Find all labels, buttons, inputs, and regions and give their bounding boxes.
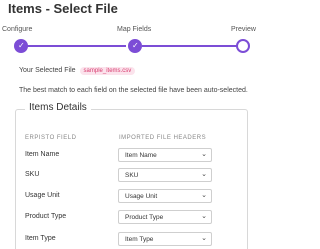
wizard-progress-line [142, 45, 237, 47]
field-label: Item Type [25, 235, 56, 242]
chevron-down-icon: ⌄ [201, 235, 207, 242]
field-row-item-name: Item Name Item Name ⌄ [0, 148, 300, 164]
item-name-select[interactable]: Item Name ⌄ [118, 148, 212, 162]
field-label: Item Name [25, 151, 60, 158]
chevron-down-icon: ⌄ [201, 213, 207, 220]
selected-file-label: Your Selected File [19, 67, 76, 74]
page-title: Items - Select File [8, 1, 118, 16]
chevron-down-icon: ⌄ [201, 192, 207, 199]
usage-unit-select[interactable]: Usage Unit ⌄ [118, 189, 212, 203]
chevron-down-icon: ⌄ [201, 151, 207, 158]
field-row-product-type: Product Type Product Type ⌄ [0, 210, 300, 226]
select-value: Item Name [125, 152, 157, 159]
field-row-sku: SKU SKU ⌄ [0, 168, 300, 184]
items-details-title: Items Details [25, 102, 91, 113]
field-label: Product Type [25, 213, 67, 220]
step-configure-complete[interactable]: ✓ [14, 39, 28, 53]
step-map-fields-complete[interactable]: ✓ [128, 39, 142, 53]
select-value: Product Type [125, 214, 164, 221]
column-header-imported-headers: IMPORTED FILE HEADERS [119, 135, 207, 141]
field-label: Usage Unit [25, 192, 60, 199]
step-label-configure[interactable]: Configure [2, 26, 32, 33]
product-type-select[interactable]: Product Type ⌄ [118, 210, 212, 224]
item-type-select[interactable]: Item Type ⌄ [118, 232, 212, 246]
select-value: SKU [125, 172, 139, 179]
field-row-item-type: Item Type Item Type ⌄ [0, 232, 300, 248]
field-label: SKU [25, 171, 40, 178]
step-label-preview[interactable]: Preview [231, 26, 256, 33]
wizard-progress-line [26, 45, 126, 47]
checkmark-icon: ✓ [18, 41, 25, 50]
select-file-page: Items - Select File Configure Map Fields… [0, 0, 300, 249]
field-row-usage-unit: Usage Unit Usage Unit ⌄ [0, 189, 300, 205]
step-label-map-fields[interactable]: Map Fields [117, 26, 151, 33]
column-header-erpisto-field: ERPISTO FIELD [25, 135, 77, 141]
select-value: Usage Unit [125, 193, 158, 200]
selected-file-line: Your Selected File sample_items.csv [19, 67, 136, 75]
wizard-stepper: Configure Map Fields Preview ✓ ✓ [0, 26, 300, 56]
select-value: Item Type [125, 236, 154, 243]
sku-select[interactable]: SKU ⌄ [118, 168, 212, 182]
chevron-down-icon: ⌄ [201, 171, 207, 178]
step-preview-current[interactable] [236, 39, 250, 53]
auto-select-notice: The best match to each field on the sele… [19, 87, 248, 94]
selected-file-chip: sample_items.csv [79, 67, 136, 75]
checkmark-icon: ✓ [132, 41, 139, 50]
